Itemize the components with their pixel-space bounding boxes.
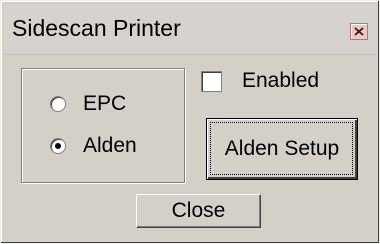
title-bar[interactable]: Sidescan Printer bbox=[4, 4, 376, 55]
radio-selected-dot bbox=[55, 143, 61, 149]
alden-setup-button-label: Alden Setup bbox=[224, 137, 340, 160]
radio-epc-label[interactable]: EPC bbox=[83, 92, 126, 116]
close-button[interactable]: Close bbox=[136, 194, 261, 228]
alden-setup-button[interactable]: Alden Setup bbox=[206, 118, 358, 180]
close-icon[interactable] bbox=[350, 23, 368, 40]
close-button-label: Close bbox=[171, 199, 226, 222]
radio-epc[interactable] bbox=[50, 96, 66, 112]
enabled-checkbox[interactable] bbox=[201, 71, 222, 92]
enabled-checkbox-label[interactable]: Enabled bbox=[242, 69, 319, 93]
radio-alden-label[interactable]: Alden bbox=[83, 134, 137, 158]
printer-type-group bbox=[21, 68, 185, 183]
window-title: Sidescan Printer bbox=[12, 15, 181, 41]
radio-alden[interactable] bbox=[50, 138, 66, 154]
sidescan-printer-dialog: Sidescan Printer EPC Alden Enabled Alden… bbox=[0, 0, 380, 244]
